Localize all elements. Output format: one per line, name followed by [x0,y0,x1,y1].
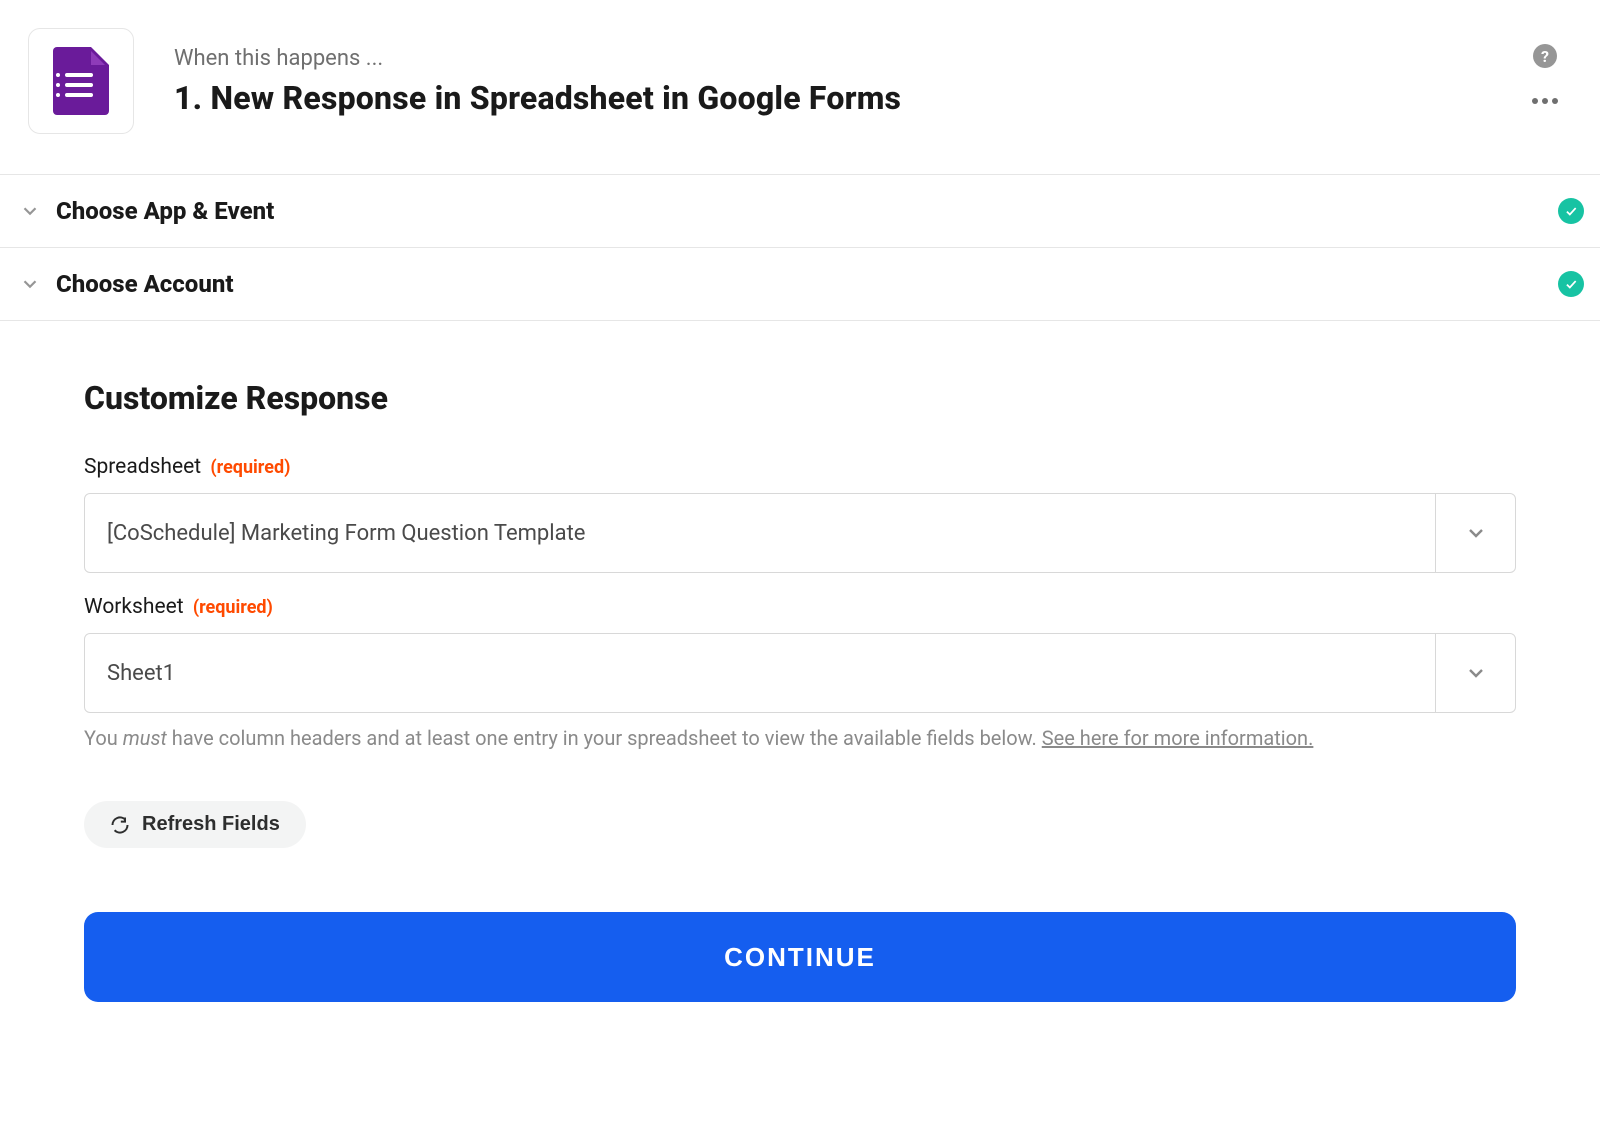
required-badge: (required) [210,457,290,478]
required-badge: (required) [193,597,273,618]
check-complete-icon [1558,198,1584,224]
step-title: 1. New Response in Spreadsheet in Google… [174,79,901,117]
field-spreadsheet: Spreadsheet (required) [CoSchedule] Mark… [84,455,1516,573]
section-label: Choose Account [56,270,234,298]
select-value: [CoSchedule] Marketing Form Question Tem… [85,494,1435,572]
worksheet-select[interactable]: Sheet1 [84,633,1516,713]
hint-em: must [123,726,167,750]
field-worksheet: Worksheet (required) Sheet1 You must hav… [84,595,1516,753]
help-icon[interactable]: ? [1533,44,1557,68]
section-choose-app-event[interactable]: Choose App & Event [0,174,1600,247]
chevron-down-icon [1435,494,1515,572]
more-menu-icon[interactable] [1528,94,1562,108]
check-complete-icon [1558,271,1584,297]
section-choose-account[interactable]: Choose Account [0,247,1600,321]
chevron-down-icon [16,197,44,225]
app-icon-google-forms [28,28,134,134]
hint-link[interactable]: See here for more information. [1042,726,1314,750]
hint-text: You [84,726,123,750]
hint-text: have column headers and at least one ent… [167,726,1042,750]
chevron-down-icon [16,270,44,298]
step-header: When this happens ... 1. New Response in… [0,0,1600,174]
pre-title: When this happens ... [174,46,901,71]
refresh-fields-button[interactable]: Refresh Fields [84,801,306,848]
section-heading: Customize Response [84,379,1516,417]
continue-button[interactable]: CONTINUE [84,912,1516,1002]
chevron-down-icon [1435,634,1515,712]
refresh-icon [110,815,130,835]
select-value: Sheet1 [85,634,1435,712]
section-customize-response: Customize Response Spreadsheet (required… [0,321,1600,1082]
field-hint: You must have column headers and at leas… [84,723,1516,753]
section-label: Choose App & Event [56,197,274,225]
spreadsheet-select[interactable]: [CoSchedule] Marketing Form Question Tem… [84,493,1516,573]
button-label: Refresh Fields [142,813,280,836]
field-label-text: Worksheet [84,595,184,619]
field-label-text: Spreadsheet [84,455,201,479]
